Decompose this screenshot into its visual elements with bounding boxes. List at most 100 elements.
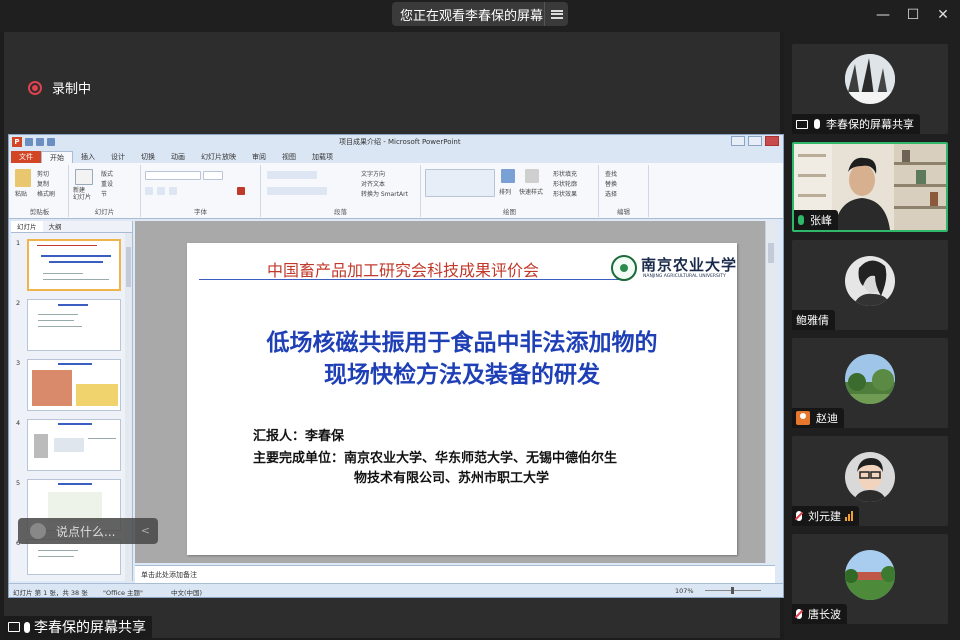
slide-units-line2: 物技术有限公司、苏州市职工大学 [354,471,550,486]
screen-share-label: 李春保的屏幕共享 [4,616,152,638]
shapes-gallery[interactable] [425,169,495,197]
viewing-indicator[interactable]: 您正在观看李春保的屏幕 [392,2,568,26]
recording-indicator[interactable]: 录制中 [28,78,91,97]
slide-number: 3 [16,359,21,367]
ppt-maximize-button[interactable] [748,136,762,146]
participant-tile[interactable]: 唐长波 [792,534,948,624]
underline-icon[interactable] [169,187,177,195]
tab-animations[interactable]: 动画 [163,151,193,163]
smartart-button[interactable]: 转换为 SmartArt [361,189,408,198]
slide-thumbnail[interactable] [27,239,121,291]
chat-input[interactable]: 说点什么... < [18,518,158,544]
copy-button[interactable]: 复制 [37,179,49,188]
undo-icon[interactable] [36,138,44,146]
avatar-image [845,54,895,104]
tab-insert[interactable]: 插入 [73,151,103,163]
find-button[interactable]: 查找 [605,169,617,178]
tab-outline-pane[interactable]: 大纲 [43,221,68,232]
tab-review[interactable]: 审阅 [244,151,274,163]
tab-file[interactable]: 文件 [11,151,41,163]
tab-view[interactable]: 视图 [274,151,304,163]
quick-styles-icon[interactable] [525,169,539,183]
layout-button[interactable]: 版式 [101,169,113,178]
clipboard-group-label: 剪贴板 [29,208,50,216]
cut-button[interactable]: 剪切 [37,169,49,178]
font-size-select[interactable] [203,171,223,180]
section-button[interactable]: 节 [101,189,107,198]
text-direction-button[interactable]: 文字方向 [361,169,385,178]
chat-icon [30,523,46,539]
mic-icon [24,621,30,633]
font-group-label: 字体 [194,208,207,216]
select-button[interactable]: 选择 [605,189,617,198]
notes-pane[interactable]: 单击此处添加备注 [135,565,775,583]
slide-reporter: 汇报人：李春保 [253,429,345,444]
participant-tile[interactable]: 李春保的屏幕共享 [792,44,948,134]
slide-thumbnail[interactable] [27,539,121,575]
participant-name: 刘元建 [808,510,841,523]
viewing-menu-button[interactable] [544,2,568,26]
minimize-button[interactable]: — [874,6,892,24]
thumb-line [38,550,78,551]
thumb-line [38,320,74,321]
record-icon [28,80,42,95]
format-painter-button[interactable]: 格式刷 [37,189,55,198]
bold-icon[interactable] [145,187,153,195]
font-name-select[interactable] [145,171,201,180]
slide-thumbnail[interactable] [27,359,121,411]
close-button[interactable]: ✕ [934,6,952,24]
tab-design[interactable]: 设计 [103,151,133,163]
new-slide-icon[interactable] [75,169,93,185]
shape-effects-button[interactable]: 形状效果 [553,189,577,198]
arrange-icon[interactable] [501,169,515,183]
align-text-button[interactable]: 对齐文本 [361,179,385,188]
participant-tile[interactable]: 赵迪 [792,338,948,428]
slide-number: 2 [16,299,21,307]
participant-tile[interactable]: 鲍雅倩 [792,240,948,330]
maximize-button[interactable]: ☐ [904,6,922,24]
slide-number: 1 [16,239,21,247]
participant-tile[interactable]: 张峰 [792,142,948,232]
slide-scrollbar[interactable] [765,221,775,563]
scroll-thumb[interactable] [768,243,774,263]
slides-group: 新建 幻灯片 版式 重设 节 幻灯片 [69,165,141,217]
tab-home[interactable]: 开始 [41,151,73,163]
slides-group-label: 幻灯片 [94,208,115,216]
font-color-icon[interactable] [237,187,245,195]
slide-thumbnail[interactable] [27,419,121,471]
editing-group: 查找 替换 选择 编辑 [599,165,649,217]
paste-icon[interactable] [15,169,31,187]
shape-fill-button[interactable]: 形状填充 [553,169,577,178]
redo-icon[interactable] [47,138,55,146]
user-icon [796,411,810,425]
collapse-icon[interactable]: < [141,524,150,537]
tab-slides-pane[interactable]: 幻灯片 [11,221,43,232]
list-buttons[interactable] [267,171,317,179]
thumb-line [58,423,92,425]
participant-tile[interactable]: 刘元建 [792,436,948,526]
italic-icon[interactable] [157,187,165,195]
save-icon[interactable] [25,138,33,146]
thumb-line [49,261,103,263]
avatar [845,354,895,404]
thumb-line [38,314,78,315]
shape-outline-button[interactable]: 形状轮廓 [553,179,577,188]
logo-text-cn: 南京农业大学 [641,256,738,274]
slide[interactable]: 中国畜产品加工研究会科技成果评价会 南京农业大学 NANJING AGRICUL… [187,243,737,555]
align-buttons[interactable] [267,187,327,195]
replace-button[interactable]: 替换 [605,179,617,188]
zoom-slider[interactable] [705,587,761,594]
tab-transitions[interactable]: 切换 [133,151,163,163]
thumb-line [41,255,111,257]
ppt-close-button[interactable] [765,136,779,146]
avatar [845,452,895,502]
reset-button[interactable]: 重设 [101,179,113,188]
mic-off-icon [796,609,802,619]
slide-thumbnail[interactable] [27,299,121,351]
logo-text-en: NANJING AGRICULTURAL UNIVERSITY [643,274,726,279]
header-rule [199,279,619,280]
thumb-line [58,483,92,485]
ppt-minimize-button[interactable] [731,136,745,146]
tab-slideshow[interactable]: 幻灯片放映 [193,151,244,163]
tab-addins[interactable]: 加载项 [304,151,341,163]
